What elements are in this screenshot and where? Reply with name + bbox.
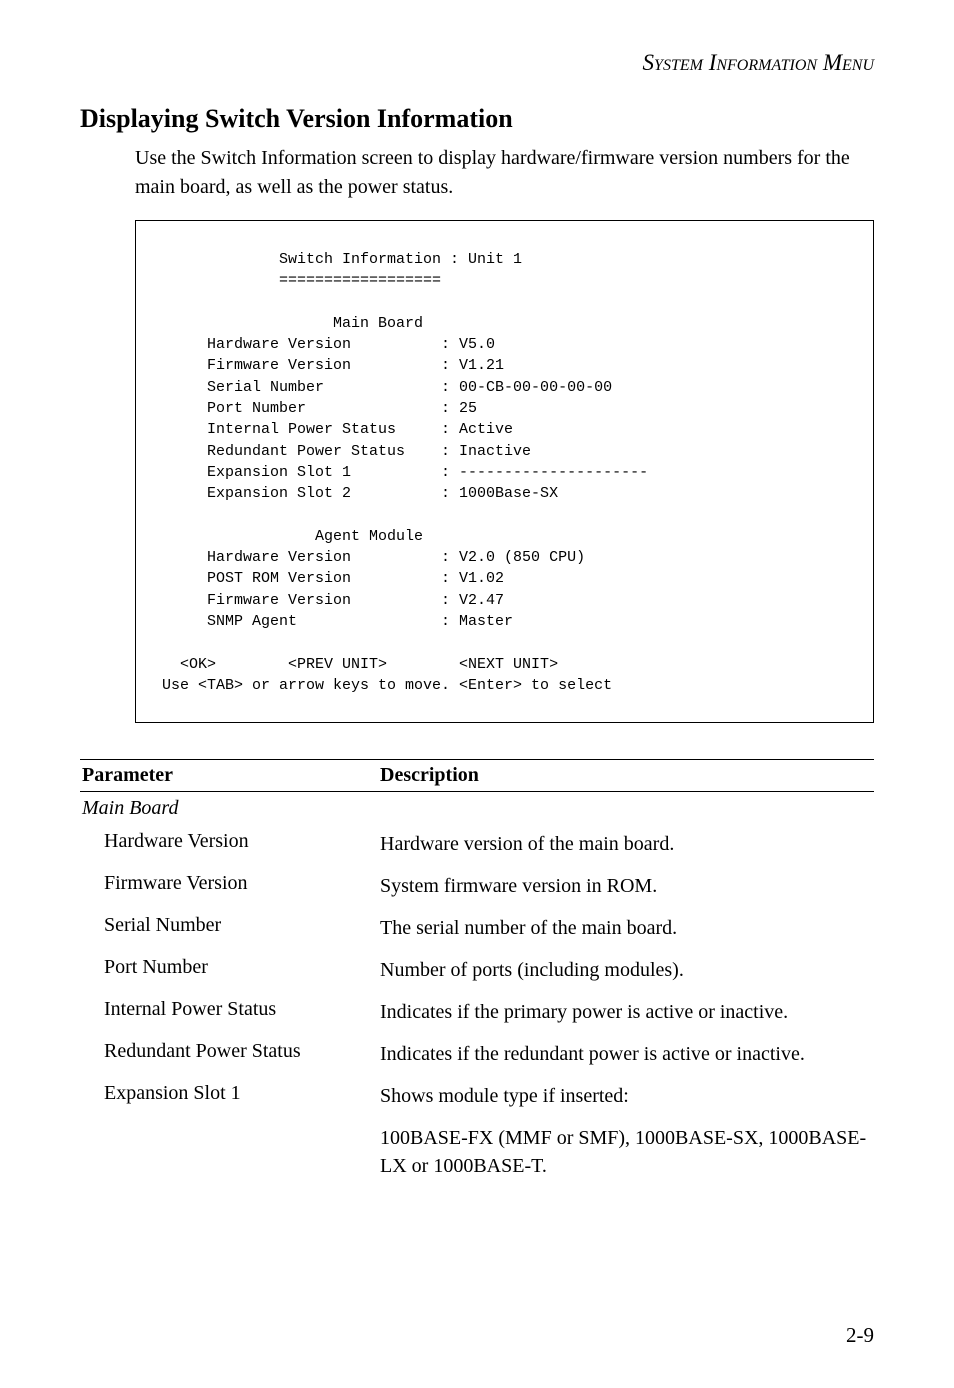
table-cell-desc: Shows module type if inserted: bbox=[380, 1082, 874, 1110]
table-cell-param: Firmware Version bbox=[80, 872, 380, 895]
table-cell-param: Expansion Slot 1 bbox=[80, 1082, 380, 1105]
parameter-table: Parameter Description Main Board Hardwar… bbox=[80, 759, 874, 1187]
section-title: Displaying Switch Version Information bbox=[80, 104, 874, 134]
table-row: Port NumberNumber of ports (including mo… bbox=[80, 949, 874, 991]
table-row: Serial NumberThe serial number of the ma… bbox=[80, 907, 874, 949]
table-group-label: Main Board bbox=[80, 792, 874, 823]
table-row: 100BASE-FX (MMF or SMF), 1000BASE-SX, 10… bbox=[80, 1117, 874, 1187]
table-cell-desc: 100BASE-FX (MMF or SMF), 1000BASE-SX, 10… bbox=[380, 1124, 874, 1180]
table-cell-param: Port Number bbox=[80, 956, 380, 979]
table-row: Hardware VersionHardware version of the … bbox=[80, 823, 874, 865]
table-row: Firmware VersionSystem firmware version … bbox=[80, 865, 874, 907]
table-row: Redundant Power StatusIndicates if the r… bbox=[80, 1033, 874, 1075]
table-cell-desc: Indicates if the redundant power is acti… bbox=[380, 1040, 874, 1068]
terminal-box: Switch Information : Unit 1 ============… bbox=[135, 220, 874, 723]
table-cell-param: Redundant Power Status bbox=[80, 1040, 380, 1063]
table-row: Expansion Slot 1Shows module type if ins… bbox=[80, 1075, 874, 1117]
running-head: System Information Menu bbox=[80, 50, 874, 76]
table-cell-param: Serial Number bbox=[80, 914, 380, 937]
intro-paragraph: Use the Switch Information screen to dis… bbox=[135, 144, 874, 202]
table-header-parameter: Parameter bbox=[80, 764, 380, 787]
page-number: 2-9 bbox=[846, 1323, 874, 1348]
table-cell-desc: Indicates if the primary power is active… bbox=[380, 998, 874, 1026]
table-cell-desc: System firmware version in ROM. bbox=[380, 872, 874, 900]
table-header-description: Description bbox=[380, 764, 874, 787]
table-row: Internal Power StatusIndicates if the pr… bbox=[80, 991, 874, 1033]
table-header-row: Parameter Description bbox=[80, 759, 874, 792]
table-cell-desc: Hardware version of the main board. bbox=[380, 830, 874, 858]
table-cell-desc: The serial number of the main board. bbox=[380, 914, 874, 942]
table-cell-param: Internal Power Status bbox=[80, 998, 380, 1021]
table-cell-desc: Number of ports (including modules). bbox=[380, 956, 874, 984]
table-cell-param: Hardware Version bbox=[80, 830, 380, 853]
